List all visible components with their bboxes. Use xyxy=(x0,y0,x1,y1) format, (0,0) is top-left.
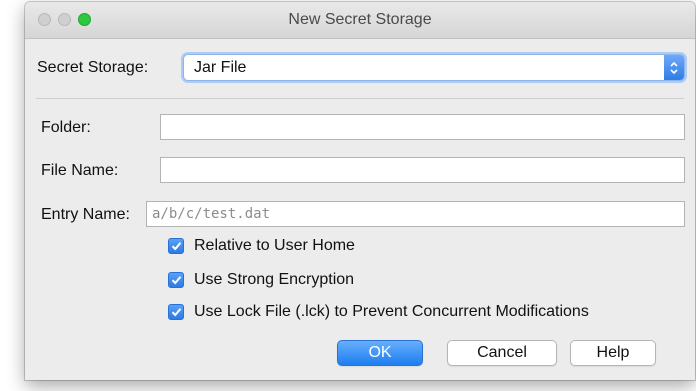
secret-storage-select[interactable]: Jar File xyxy=(183,54,685,81)
use-lock-file-checkbox[interactable] xyxy=(168,304,184,320)
select-arrows-icon[interactable] xyxy=(664,55,684,80)
secret-storage-label: Secret Storage: xyxy=(37,59,149,76)
use-strong-encryption-label[interactable]: Use Strong Encryption xyxy=(194,271,354,289)
use-strong-encryption-checkbox[interactable] xyxy=(168,272,184,288)
help-button[interactable]: Help xyxy=(570,340,656,366)
window-title: New Secret Storage xyxy=(288,11,432,28)
relative-to-user-home-label[interactable]: Relative to User Home xyxy=(194,237,355,255)
folder-input[interactable] xyxy=(160,114,685,140)
checkmark-icon xyxy=(171,276,181,285)
file-name-input[interactable] xyxy=(160,157,685,183)
file-name-label: File Name: xyxy=(41,162,119,179)
secret-storage-selected-value: Jar File xyxy=(194,59,247,76)
checkmark-icon xyxy=(171,308,181,317)
entry-name-input[interactable]: a/b/c/test.dat xyxy=(146,201,685,227)
new-secret-storage-dialog: New Secret Storage Secret Storage: Jar F… xyxy=(25,2,695,380)
relative-to-user-home-checkbox[interactable] xyxy=(168,238,184,254)
use-lock-file-label[interactable]: Use Lock File (.lck) to Prevent Concurre… xyxy=(194,303,589,321)
ok-button[interactable]: OK xyxy=(337,340,423,366)
entry-name-label: Entry Name: xyxy=(41,206,130,223)
separator xyxy=(36,98,684,99)
checkmark-icon xyxy=(171,242,181,251)
folder-label: Folder: xyxy=(41,119,91,136)
title-bar[interactable]: New Secret Storage xyxy=(25,2,695,39)
cancel-button[interactable]: Cancel xyxy=(447,340,557,366)
